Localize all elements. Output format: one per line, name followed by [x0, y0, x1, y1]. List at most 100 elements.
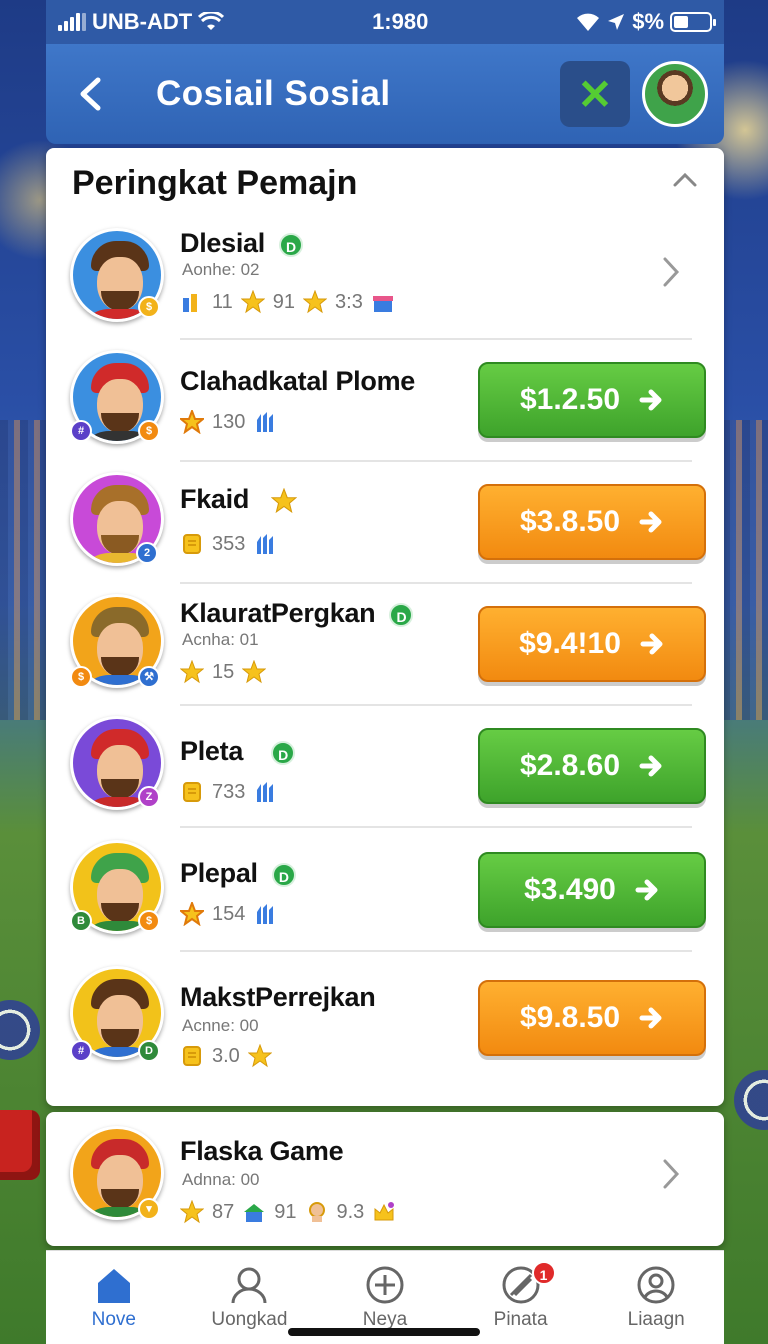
player-stats: 3.0 — [180, 1044, 272, 1068]
featured-card: ▾ Flaska Game Adnna: 00 87 91 9.3 — [46, 1112, 724, 1246]
player-name: Fkaid — [180, 484, 298, 515]
player-stats: 15 — [180, 660, 267, 684]
leaderboard-row[interactable]: $ Dlesial D Aonhe: 02 11 91 3:3 — [66, 220, 706, 340]
coin-stack-icon — [183, 1046, 201, 1066]
leaderboard-title: Peringkat Pemajn — [72, 164, 358, 202]
verified-badge-icon: D — [138, 1040, 160, 1062]
chevron-left-icon — [80, 77, 101, 111]
player-name: KlauratPergkan D — [180, 598, 414, 629]
price-button[interactable]: $2.8.60 — [478, 728, 706, 804]
row-divider — [180, 704, 692, 706]
leaderboard-row[interactable]: # D MakstPerrejkan Acnne: 00 3.0 $9.8.50 — [66, 958, 706, 1078]
app-header: Cosiail Sosial ✕ — [46, 44, 724, 144]
coin-stack-icon — [183, 534, 201, 554]
crystal-icon — [257, 782, 274, 802]
price-button[interactable]: $1.2.50 — [478, 362, 706, 438]
level-badge-icon: Z — [138, 786, 160, 808]
wifi-icon — [198, 12, 225, 30]
player-stats: 154 — [180, 902, 277, 926]
tool-badge-icon: ⚒ — [138, 666, 160, 688]
player-name: Pleta D — [180, 736, 296, 767]
nav-label: Liaagn — [627, 1309, 685, 1330]
price-button[interactable]: $3.490 — [478, 852, 706, 928]
chevron-right-icon[interactable] — [662, 1158, 680, 1190]
notification-badge: 1 — [531, 1261, 556, 1285]
arrow-right-icon — [640, 633, 663, 655]
coin-badge-icon: $ — [138, 296, 160, 318]
plus-circle-icon — [366, 1266, 404, 1304]
wifi-icon — [577, 13, 600, 31]
nav-item-account[interactable]: Liaagn — [601, 1265, 711, 1331]
player-subtitle: Acnne: 00 — [182, 1016, 259, 1035]
home-indicator — [288, 1328, 480, 1336]
coin-badge-icon: $ — [138, 420, 160, 442]
profile-avatar[interactable] — [642, 61, 708, 127]
row-divider — [180, 826, 692, 828]
clock: 1:980 — [372, 9, 429, 34]
price-button[interactable]: $9.4!10 — [478, 606, 706, 682]
coin-badge-icon: $ — [70, 666, 92, 688]
nav-label: Nove — [91, 1309, 136, 1330]
player-stats: 733 — [180, 780, 277, 804]
nav-item-profile[interactable]: Uongkad — [194, 1265, 304, 1331]
arrow-right-icon — [639, 1007, 662, 1029]
nav-item-home[interactable]: Nove — [59, 1265, 169, 1331]
level-badge-icon: B — [70, 910, 92, 932]
nav-item-new[interactable]: Neya — [330, 1265, 440, 1331]
nav-label: Pinata — [493, 1309, 548, 1330]
level-badge-icon: # — [70, 1040, 92, 1062]
price-button[interactable]: $9.8.50 — [478, 980, 706, 1056]
nav-item-notifications[interactable]: 1 Pinata — [466, 1261, 576, 1331]
badge-star-icon — [180, 902, 204, 926]
background-crowd-right — [722, 420, 768, 720]
player-subtitle: Aonhe: 02 — [182, 260, 260, 279]
featured-stats: 87 91 9.3 — [180, 1200, 396, 1224]
badge-star-icon — [180, 410, 204, 434]
leaderboard-row[interactable]: Z Pleta D 733 $2.8.60 — [66, 708, 706, 828]
crystal-icon — [257, 412, 274, 432]
verified-icon: D — [271, 862, 296, 887]
star-icon — [247, 1044, 272, 1068]
level-badge-icon: 2 — [136, 542, 158, 564]
page-title: Cosiail Sosial — [156, 74, 391, 113]
featured-row[interactable]: ▾ Flaska Game Adnna: 00 87 91 9.3 — [66, 1118, 706, 1238]
leaderboard-row[interactable]: $ ⚒ KlauratPergkan D Acnha: 01 15 $9.4!10 — [66, 586, 706, 706]
trophy-icon — [183, 294, 197, 312]
account-icon — [637, 1266, 675, 1304]
row-divider — [180, 338, 692, 340]
signal-icon — [58, 13, 86, 31]
carrier-label: UNB-ADT — [92, 9, 193, 34]
star-icon — [271, 487, 298, 514]
status-text: $% — [632, 9, 664, 34]
nav-label: Uongkad — [211, 1309, 288, 1330]
crystal-icon — [257, 904, 274, 924]
coin-badge-icon: $ — [138, 910, 160, 932]
row-divider — [180, 950, 692, 952]
leaderboard-row[interactable]: B $ Plepal D 154 $3.490 — [66, 832, 706, 952]
row-divider — [180, 582, 692, 584]
back-button[interactable] — [70, 74, 110, 114]
row-divider — [180, 460, 692, 462]
chevron-up-icon[interactable] — [672, 172, 698, 188]
leaderboard-row[interactable]: 2 Fkaid 353 $3.8.50 — [66, 464, 706, 584]
arrow-right-icon — [639, 755, 662, 777]
crown-icon — [374, 1202, 395, 1221]
price-button[interactable]: $3.8.50 — [478, 484, 706, 560]
close-button[interactable]: ✕ — [560, 61, 630, 127]
coin-stack-icon — [183, 782, 201, 802]
home-icon — [97, 1269, 130, 1303]
arrow-right-icon — [639, 511, 662, 533]
leaderboard-row[interactable]: # $ Clahadkatal Plome 130 $1.2.50 — [66, 342, 706, 462]
user-icon — [231, 1267, 267, 1304]
arrow-right-icon — [635, 879, 658, 901]
crystal-icon — [257, 534, 274, 554]
leaderboard-card: Peringkat Pemajn $ Dlesial D Aonhe: 02 11… — [46, 148, 724, 1106]
featured-name: Flaska Game — [180, 1136, 344, 1166]
background-dice — [0, 1110, 40, 1180]
close-icon: ✕ — [577, 70, 613, 118]
player-name: Clahadkatal Plome — [180, 366, 415, 396]
player-name: Dlesial D — [180, 228, 303, 259]
chevron-right-icon[interactable] — [662, 256, 680, 288]
star-icon — [303, 290, 328, 314]
star-icon — [242, 660, 267, 684]
